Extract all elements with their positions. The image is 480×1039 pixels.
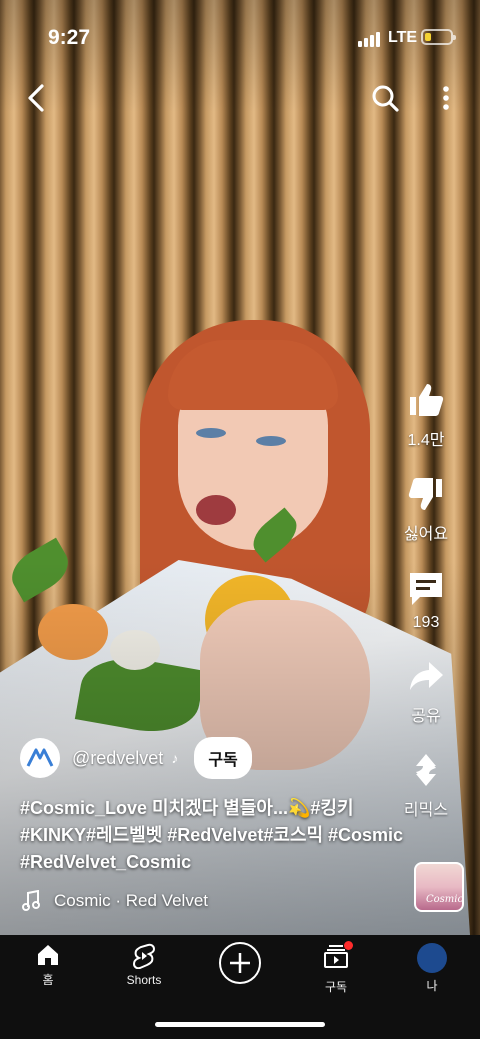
thumbs-down-icon [408, 478, 442, 510]
subscribe-button[interactable]: 구독 [194, 737, 252, 779]
dislike-label: 싫어요 [403, 526, 449, 543]
home-indicator [155, 1022, 325, 1027]
music-row[interactable]: Cosmic · Red Velvet [22, 890, 208, 912]
channel-row: @redvelvet ♪ 구독 [20, 737, 252, 779]
remix-icon [415, 754, 436, 786]
plus-icon [230, 953, 250, 973]
battery-icon [421, 29, 456, 45]
share-label: 공유 [411, 708, 441, 725]
avatar [417, 943, 447, 973]
more-options-button[interactable] [428, 80, 464, 116]
dislike-button[interactable]: 싫어요 [404, 474, 448, 544]
share-button[interactable]: 공유 [406, 656, 446, 726]
share-icon [410, 662, 443, 690]
nav-home[interactable]: 홈 [8, 943, 88, 988]
comment-icon [410, 573, 442, 605]
video-caption[interactable]: #Cosmic_Love 미치겠다 별들아...💫#킹키 #KINKY#레드벨벳… [20, 795, 410, 876]
nav-you-label: 나 [426, 979, 438, 993]
remix-button[interactable]: 리믹스 [404, 750, 448, 820]
search-button[interactable] [367, 80, 403, 116]
back-button[interactable] [18, 80, 54, 116]
like-count: 1.4만 [407, 432, 445, 449]
action-column: 1.4만 싫어요 193 공유 리믹스 [386, 380, 466, 844]
nav-shorts-label: Shorts [126, 973, 162, 987]
comment-count: 193 [412, 614, 440, 631]
signal-icon [358, 32, 380, 47]
like-button[interactable]: 1.4만 [406, 380, 446, 450]
search-icon [372, 85, 399, 112]
subscriptions-icon-wrap [323, 941, 353, 974]
music-track: Cosmic · Red Velvet [54, 891, 208, 910]
channel-handle[interactable]: @redvelvet [72, 748, 163, 769]
channel-logo-icon [26, 748, 54, 767]
notification-dot [344, 941, 353, 950]
nav-subscriptions[interactable]: 구독 [296, 941, 376, 995]
sound-thumbnail[interactable]: Cosmic [414, 862, 464, 912]
music-note-icon [22, 890, 40, 911]
home-icon [38, 945, 58, 965]
channel-avatar[interactable] [20, 738, 60, 778]
battery-level [425, 33, 431, 41]
status-bar: 9:27 LTE [0, 0, 480, 70]
nav-you[interactable]: 나 [392, 943, 472, 994]
remix-label: 리믹스 [403, 802, 449, 819]
status-time: 9:27 [48, 26, 91, 49]
comments-button[interactable]: 193 [406, 568, 446, 632]
thumbs-up-icon [410, 384, 444, 416]
nav-subscriptions-label: 구독 [324, 980, 348, 994]
nav-home-label: 홈 [42, 973, 54, 987]
more-vert-icon [443, 86, 449, 110]
music-note-badge-icon: ♪ [171, 750, 179, 766]
shorts-icon [132, 943, 156, 969]
create-button[interactable] [219, 942, 261, 984]
nav-shorts[interactable]: Shorts [104, 943, 184, 987]
sound-thumbnail-text: Cosmic [426, 894, 464, 905]
network-type: LTE [388, 29, 418, 46]
chevron-left-icon [28, 84, 44, 112]
